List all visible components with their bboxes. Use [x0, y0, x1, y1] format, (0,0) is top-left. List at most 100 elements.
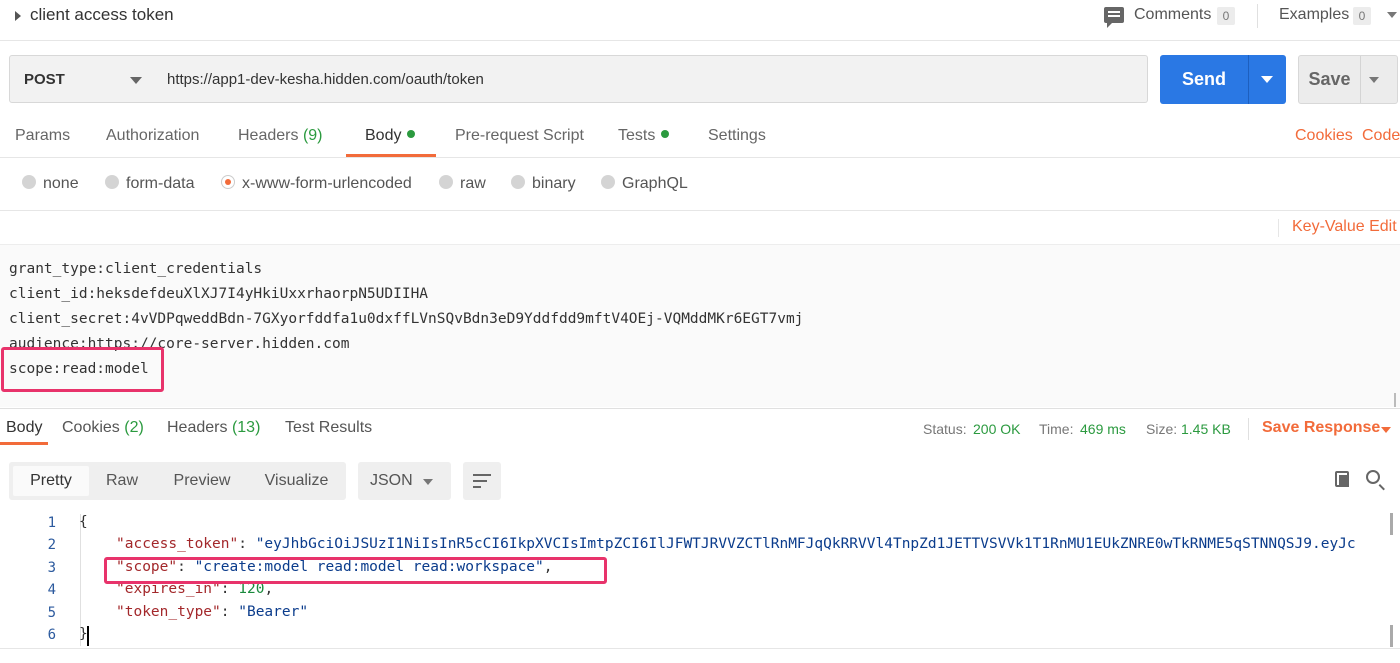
- scrollbar[interactable]: [1390, 625, 1393, 647]
- divider: [0, 210, 1400, 211]
- url-input[interactable]: https://app1-dev-kesha.hidden.com/oauth/…: [153, 55, 1148, 103]
- send-options-chevron-icon[interactable]: [1261, 76, 1273, 83]
- chevron-down-icon: [130, 77, 142, 84]
- caret-right-icon[interactable]: [15, 11, 21, 21]
- response-tab-headers-count: (13): [231, 419, 261, 436]
- status-dot-icon: [407, 130, 416, 138]
- radio-raw-label: raw: [460, 175, 486, 192]
- comments-count-badge: 0: [1217, 7, 1235, 25]
- search-icon[interactable]: [1366, 470, 1380, 484]
- tab-params[interactable]: Params: [15, 127, 70, 145]
- radio-icon: [511, 175, 525, 189]
- radio-graphql-label: GraphQL: [622, 175, 688, 192]
- response-tab-headers[interactable]: Headers (13): [167, 419, 260, 437]
- code-line: "access_token": "eyJhbGciOiJSUzI1NiIsInR…: [116, 536, 1356, 552]
- send-button[interactable]: Send: [1160, 55, 1286, 104]
- view-preview-button[interactable]: Preview: [162, 462, 242, 500]
- divider: [0, 408, 1400, 409]
- request-name[interactable]: client access token: [30, 5, 174, 25]
- view-raw-button[interactable]: Raw: [93, 462, 151, 500]
- radio-icon: [105, 175, 119, 189]
- tab-tests[interactable]: Tests: [618, 127, 670, 145]
- radio-binary[interactable]: binary: [511, 175, 576, 193]
- chevron-down-icon[interactable]: [1387, 12, 1397, 18]
- request-title-row: client access token Comments 0 Examples …: [0, 0, 1400, 36]
- tab-authorization[interactable]: Authorization: [106, 127, 199, 145]
- status-value: 200 OK: [973, 421, 1021, 437]
- examples-count-badge: 0: [1353, 7, 1371, 25]
- chevron-down-icon: [423, 479, 433, 485]
- response-tab-cookies-count: (2): [124, 419, 144, 436]
- radio-form-data-label: form-data: [126, 175, 195, 192]
- bulk-line: client_id:heksdefdeuXlXJ7I4yHkiUxxrhaorp…: [9, 286, 429, 302]
- url-value: https://app1-dev-kesha.hidden.com/oauth/…: [167, 71, 484, 88]
- save-label: Save: [1308, 69, 1351, 89]
- response-tab-cookies[interactable]: Cookies (2): [62, 419, 144, 437]
- radio-none[interactable]: none: [22, 175, 79, 193]
- radio-binary-label: binary: [532, 175, 576, 192]
- tab-body-label: Body: [365, 127, 402, 144]
- line-number: 4: [47, 582, 56, 598]
- code-line: "token_type": "Bearer": [116, 604, 309, 620]
- json-key: "access_token": [116, 536, 239, 552]
- line-number: 1: [47, 515, 56, 531]
- wrap-lines-icon[interactable]: [463, 462, 501, 500]
- json-string: "Bearer": [238, 604, 309, 620]
- code-link[interactable]: Code: [1362, 127, 1400, 145]
- radio-icon: [601, 175, 615, 189]
- chevron-down-icon[interactable]: [1381, 427, 1391, 433]
- line-number: 2: [47, 537, 56, 553]
- text-cursor: [87, 626, 89, 646]
- method-select[interactable]: POST: [9, 55, 154, 103]
- json-string: "eyJhbGciOiJSUzI1NiIsInR5cCI6IkpXVCIsImt…: [255, 536, 1356, 552]
- response-tab-test-results[interactable]: Test Results: [285, 419, 372, 437]
- line-number: 3: [47, 560, 56, 576]
- divider: [1248, 418, 1249, 440]
- highlight-box: [104, 557, 607, 584]
- active-tab-indicator: [0, 442, 48, 445]
- divider: [1257, 4, 1258, 28]
- bulk-line: client_secret:4vVDPqweddBdn-7GXyorfddfa1…: [9, 311, 804, 327]
- examples-label[interactable]: Examples: [1279, 6, 1349, 24]
- scrollbar[interactable]: [1394, 393, 1396, 407]
- send-label: Send: [1181, 69, 1226, 89]
- save-options-chevron-icon[interactable]: [1369, 77, 1379, 83]
- tab-prerequest-script[interactable]: Pre-request Script: [455, 127, 584, 145]
- tab-settings[interactable]: Settings: [708, 127, 766, 145]
- comments-label[interactable]: Comments: [1134, 6, 1211, 24]
- cookies-link[interactable]: Cookies: [1295, 127, 1353, 145]
- radio-none-label: none: [43, 175, 79, 192]
- line-number: 5: [47, 605, 56, 621]
- line-number: 6: [47, 627, 56, 643]
- response-tab-headers-label: Headers: [167, 419, 228, 436]
- comment-icon[interactable]: [1104, 7, 1124, 28]
- radio-raw[interactable]: raw: [439, 175, 486, 193]
- open-brace: {: [79, 514, 88, 530]
- view-mode-group: Pretty Raw Preview Visualize: [9, 462, 346, 500]
- time-value: 469 ms: [1080, 421, 1126, 437]
- radio-icon: [439, 175, 453, 189]
- highlight-box: [1, 347, 164, 392]
- view-visualize-button[interactable]: Visualize: [254, 462, 339, 500]
- key-value-edit-toggle[interactable]: Key-Value Edit: [1292, 218, 1397, 236]
- tab-headers-count: (9): [302, 127, 323, 144]
- method-value: POST: [24, 71, 65, 88]
- view-pretty-button[interactable]: Pretty: [13, 466, 89, 496]
- format-select[interactable]: JSON: [358, 462, 451, 500]
- scrollbar[interactable]: [1390, 513, 1393, 535]
- copy-icon[interactable]: [1335, 471, 1349, 487]
- save-response-button[interactable]: Save Response: [1262, 419, 1380, 437]
- radio-graphql[interactable]: GraphQL: [601, 175, 688, 193]
- radio-urlencoded[interactable]: x-www-form-urlencoded: [221, 175, 412, 193]
- divider: [1278, 219, 1279, 237]
- format-value: JSON: [370, 472, 413, 489]
- tab-headers[interactable]: Headers (9): [238, 127, 323, 145]
- response-tab-body[interactable]: Body: [6, 419, 42, 437]
- tab-body[interactable]: Body: [365, 127, 416, 145]
- divider: [0, 648, 1400, 649]
- size-value: 1.45 KB: [1181, 421, 1231, 437]
- radio-urlencoded-label: x-www-form-urlencoded: [242, 175, 412, 192]
- save-button[interactable]: Save: [1298, 55, 1398, 104]
- radio-form-data[interactable]: form-data: [105, 175, 194, 193]
- size-label: Size:: [1146, 421, 1178, 437]
